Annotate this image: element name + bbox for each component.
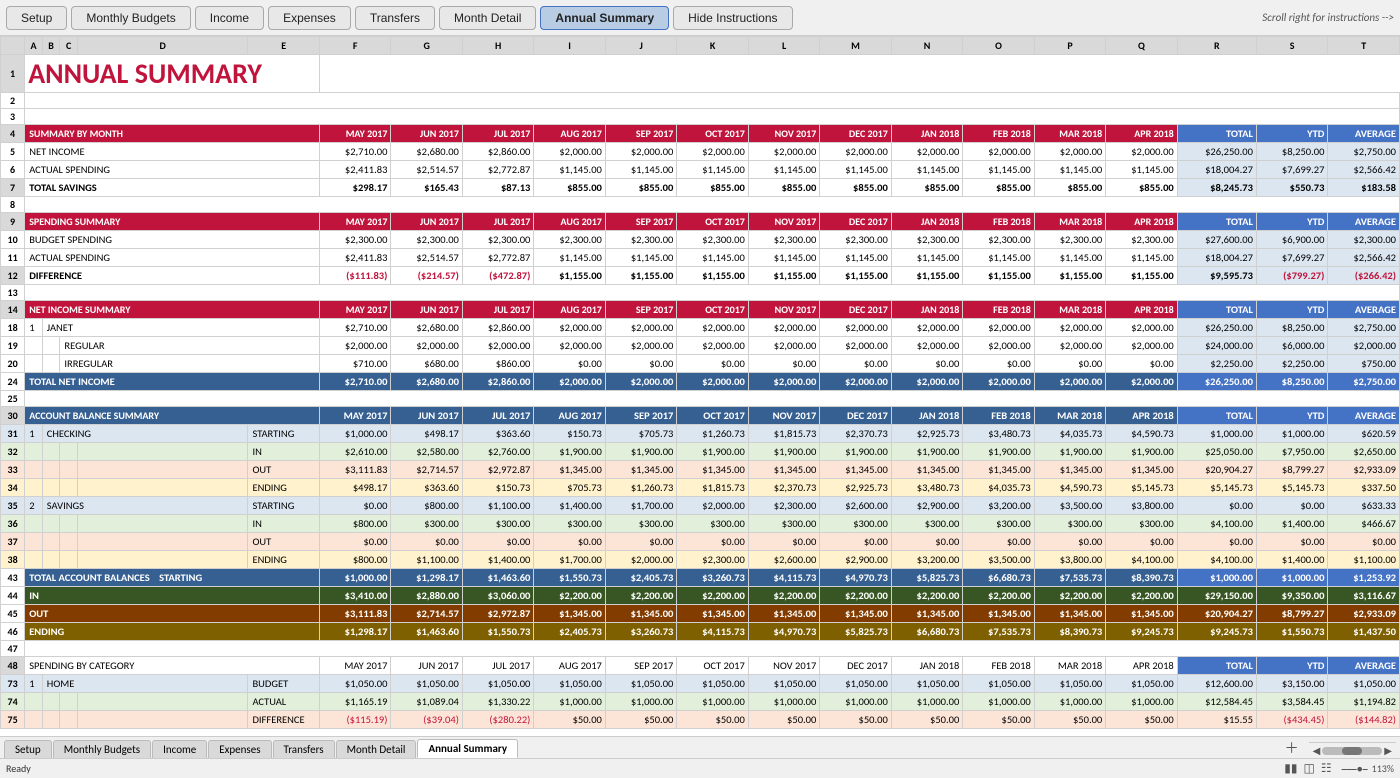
scroll-hint: Scroll right for instructions --> [1262, 11, 1394, 24]
page-title: ANNUAL SUMMARY [25, 55, 320, 93]
status-text: Ready [6, 762, 31, 775]
total-account-in-row: 44 IN $3,410.00 $2,880.00 $3,060.00 $2,2… [1, 587, 1400, 605]
col-s: S [1256, 37, 1327, 55]
income-button[interactable]: Income [195, 6, 264, 30]
col-r: R [1177, 37, 1256, 55]
sheet-area: A B C D E F G H I J K L M N O P Q R S T [0, 36, 1400, 736]
tab-income[interactable]: Income [152, 740, 207, 758]
savings-out-row: 37 OUT $0.00 $0.00 $0.00 $0.00 $0.00 $0.… [1, 533, 1400, 551]
summary-by-month-header-row: 4 SUMMARY BY MONTH MAY 2017 JUN 2017 JUL… [1, 125, 1400, 143]
tab-bar: Setup Monthly Budgets Income Expenses Tr… [0, 736, 1400, 758]
difference-row: 12 DIFFERENCE ($111.83) ($214.57) ($472.… [1, 267, 1400, 285]
savings-starting-row: 35 2 SAVINGS STARTING $0.00 $800.00 $1,1… [1, 497, 1400, 515]
total-account-ending-row: 46 ENDING $1,298.17 $1,463.60 $1,550.73 … [1, 623, 1400, 641]
tab-setup[interactable]: Setup [4, 740, 52, 758]
normal-view-icon[interactable]: ▮▮ [1284, 761, 1297, 776]
tab-monthly-budgets[interactable]: Monthly Budgets [53, 740, 151, 758]
col-c: C [60, 37, 78, 55]
status-bar: Ready ▮▮ ◫ ☷ ⎯⎯⎯●⎯ 113% [0, 758, 1400, 778]
annual-summary-button[interactable]: Annual Summary [540, 6, 669, 30]
corner-cell [1, 37, 25, 55]
home-budget-row: 73 1 HOME BUDGET $1,050.00 $1,050.00 $1,… [1, 675, 1400, 693]
checking-starting-row: 31 1 CHECKING STARTING $1,000.00 $498.17… [1, 425, 1400, 443]
checking-ending-row: 34 ENDING $498.17 $363.60 $150.73 $705.7… [1, 479, 1400, 497]
home-actual-row: 74 ACTUAL $1,165.19 $1,089.04 $1,330.22 … [1, 693, 1400, 711]
col-p: P [1034, 37, 1105, 55]
expenses-button[interactable]: Expenses [268, 6, 351, 30]
bottom-bar: Setup Monthly Budgets Income Expenses Tr… [0, 736, 1400, 778]
col-h: H [462, 37, 533, 55]
spreadsheet-table: A B C D E F G H I J K L M N O P Q R S T [0, 36, 1400, 729]
checking-out-row: 33 OUT $3,111.83 $2,714.57 $2,972.87 $1,… [1, 461, 1400, 479]
account-balance-header-row: 30 ACCOUNT BALANCE SUMMARY MAY 2017 JUN … [1, 407, 1400, 425]
horizontal-scroll[interactable]: ◀ ▶ [1309, 742, 1396, 758]
col-o: O [963, 37, 1034, 55]
col-d: D [77, 37, 247, 55]
col-n: N [891, 37, 962, 55]
home-difference-row: 75 DIFFERENCE ($115.19) ($39.04) ($280.2… [1, 711, 1400, 729]
zoom-slider[interactable]: ⎯⎯⎯●⎯ [1342, 762, 1368, 775]
col-b: B [42, 37, 60, 55]
col-k: K [677, 37, 748, 55]
total-net-income-row: 24 TOTAL NET INCOME $2,710.00 $2,680.00 … [1, 373, 1400, 391]
col-t: T [1328, 37, 1400, 55]
total-savings-row: 7 TOTAL SAVINGS $298.17 $165.43 $87.13 $… [1, 179, 1400, 197]
net-income-row: 5 NET INCOME $2,710.00 $2,680.00 $2,860.… [1, 143, 1400, 161]
col-l: L [748, 37, 819, 55]
col-e: E [248, 37, 319, 55]
janet-row: 18 1 JANET $2,710.00 $2,680.00 $2,860.00… [1, 319, 1400, 337]
col-i: I [534, 37, 605, 55]
month-detail-button[interactable]: Month Detail [439, 6, 536, 30]
title-row: 1 ANNUAL SUMMARY [1, 55, 1400, 93]
savings-in-row: 36 IN $800.00 $300.00 $300.00 $300.00 $3… [1, 515, 1400, 533]
col-a: A [25, 37, 43, 55]
summary-by-month-label: SUMMARY BY MONTH [25, 125, 320, 143]
net-income-summary-header-row: 14 NET INCOME SUMMARY MAY 2017 JUN 2017 … [1, 301, 1400, 319]
page-layout-icon[interactable]: ◫ [1303, 761, 1314, 776]
budget-spending-row: 10 BUDGET SPENDING $2,300.00 $2,300.00 $… [1, 231, 1400, 249]
col-f: F [319, 37, 390, 55]
col-j: J [605, 37, 676, 55]
page-break-icon[interactable]: ☷ [1321, 761, 1332, 776]
regular-row: 19 REGULAR $2,000.00 $2,000.00 $2,000.00… [1, 337, 1400, 355]
actual-spending-row1: 6 ACTUAL SPENDING $2,411.83 $2,514.57 $2… [1, 161, 1400, 179]
spending-summary-header-row: 9 SPENDING SUMMARY MAY 2017 JUN 2017 JUL… [1, 213, 1400, 231]
setup-button[interactable]: Setup [6, 6, 67, 30]
total-account-starting-row: 43 TOTAL ACCOUNT BALANCES STARTING $1,00… [1, 569, 1400, 587]
tab-transfers[interactable]: Transfers [273, 740, 335, 758]
zoom-level: 113% [1372, 762, 1394, 775]
hide-instructions-button[interactable]: Hide Instructions [673, 6, 792, 30]
col-m: M [820, 37, 891, 55]
monthly-budgets-button[interactable]: Monthly Budgets [71, 6, 190, 30]
col-q: Q [1106, 37, 1177, 55]
toolbar: Setup Monthly Budgets Income Expenses Tr… [0, 0, 1400, 36]
transfers-button[interactable]: Transfers [355, 6, 435, 30]
spending-by-category-header-row: 48 SPENDING BY CATEGORY MAY 2017 JUN 201… [1, 657, 1400, 675]
col-g: G [391, 37, 462, 55]
add-sheet-button[interactable]: ＋ [1279, 738, 1305, 758]
tab-month-detail[interactable]: Month Detail [336, 740, 417, 758]
savings-ending-row: 38 ENDING $800.00 $1,100.00 $1,400.00 $1… [1, 551, 1400, 569]
total-account-out-row: 45 OUT $3,111.83 $2,714.57 $2,972.87 $1,… [1, 605, 1400, 623]
irregular-row: 20 IRREGULAR $710.00 $680.00 $860.00 $0.… [1, 355, 1400, 373]
tab-annual-summary[interactable]: Annual Summary [417, 739, 518, 758]
tab-expenses[interactable]: Expenses [208, 740, 271, 758]
actual-spending-row2: 11 ACTUAL SPENDING $2,411.83 $2,514.57 $… [1, 249, 1400, 267]
checking-in-row: 32 IN $2,610.00 $2,580.00 $2,760.00 $1,9… [1, 443, 1400, 461]
